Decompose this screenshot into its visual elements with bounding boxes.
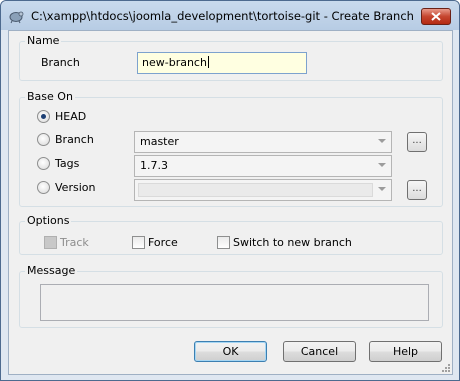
tortoisegit-app-icon xyxy=(9,11,24,24)
branch-select[interactable]: master xyxy=(134,131,392,153)
message-group: Message xyxy=(19,264,443,328)
dialog-body: Name Branch new-branch Base On HEAD Bran… xyxy=(8,30,453,375)
close-icon xyxy=(431,12,441,21)
base-on-group-label: Base On xyxy=(25,90,75,103)
help-button[interactable]: Help xyxy=(369,341,442,362)
radio-version-indicator xyxy=(37,181,50,194)
branch-name-input[interactable]: new-branch xyxy=(137,52,307,74)
message-input[interactable] xyxy=(40,284,429,321)
version-select[interactable] xyxy=(134,179,392,201)
track-checkbox[interactable]: Track xyxy=(44,236,89,249)
browse-branch-button[interactable]: ... xyxy=(407,132,427,152)
title-bar[interactable]: C:\xampp\htdocs\joomla_development\torto… xyxy=(1,1,459,30)
cancel-button[interactable]: Cancel xyxy=(283,341,356,362)
text-caret xyxy=(207,56,209,68)
switch-branch-checkbox-box xyxy=(217,236,230,249)
radio-version-label: Version xyxy=(55,181,96,194)
ok-button[interactable]: OK xyxy=(194,341,267,362)
create-branch-dialog: C:\xampp\htdocs\joomla_development\torto… xyxy=(0,0,460,381)
message-group-label: Message xyxy=(25,264,78,277)
tags-select[interactable]: 1.7.3 xyxy=(134,155,392,177)
force-checkbox-box xyxy=(132,236,145,249)
track-checkbox-box xyxy=(44,236,57,249)
force-checkbox-label: Force xyxy=(148,236,178,249)
radio-head[interactable]: HEAD xyxy=(37,110,86,123)
branch-select-value: master xyxy=(140,135,179,148)
name-group: Name Branch new-branch xyxy=(19,34,443,81)
tags-select-value: 1.7.3 xyxy=(140,159,168,172)
force-checkbox[interactable]: Force xyxy=(132,236,178,249)
chevron-down-icon xyxy=(378,139,386,143)
radio-head-label: HEAD xyxy=(55,110,87,123)
branch-name-label: Branch xyxy=(41,56,80,69)
branch-name-value: new-branch xyxy=(142,56,207,69)
resize-grip-icon[interactable] xyxy=(440,362,450,372)
close-button[interactable] xyxy=(421,8,451,25)
radio-tags-indicator xyxy=(37,157,50,170)
base-on-group: Base On HEAD Branch master ... Tags 1.7.… xyxy=(19,90,443,207)
radio-branch-label: Branch xyxy=(55,133,94,146)
track-checkbox-label: Track xyxy=(60,236,89,249)
options-group: Options Track Force Switch to new branch xyxy=(19,214,443,255)
radio-tags[interactable]: Tags xyxy=(37,157,79,170)
version-select-field xyxy=(138,183,373,197)
radio-branch[interactable]: Branch xyxy=(37,133,94,146)
switch-branch-checkbox-label: Switch to new branch xyxy=(233,236,352,249)
options-group-label: Options xyxy=(25,214,72,227)
window-title: C:\xampp\htdocs\joomla_development\torto… xyxy=(31,9,415,23)
radio-tags-label: Tags xyxy=(55,157,80,170)
name-group-label: Name xyxy=(25,34,62,47)
radio-version[interactable]: Version xyxy=(37,181,95,194)
radio-head-indicator xyxy=(37,110,50,123)
radio-branch-indicator xyxy=(37,133,50,146)
browse-version-button[interactable]: ... xyxy=(407,180,427,200)
switch-branch-checkbox[interactable]: Switch to new branch xyxy=(217,236,352,249)
chevron-down-icon xyxy=(378,163,386,167)
chevron-down-icon xyxy=(378,187,386,191)
